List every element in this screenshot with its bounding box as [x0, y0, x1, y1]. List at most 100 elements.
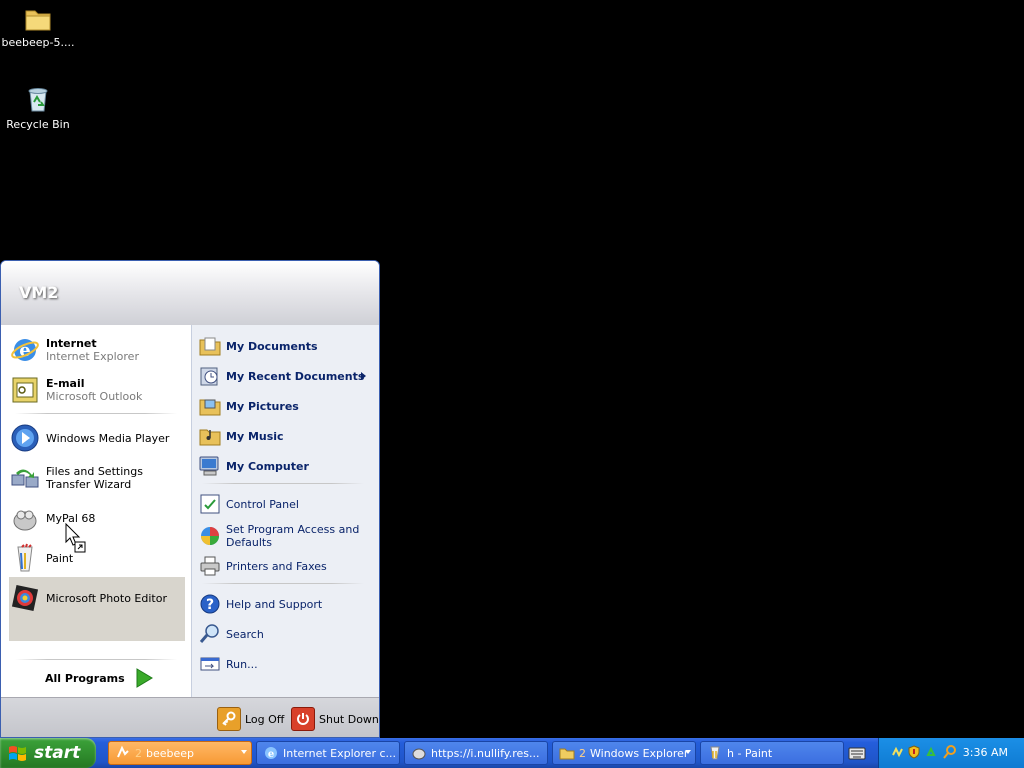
svg-text:e: e — [268, 749, 274, 760]
place-label: My Documents — [226, 339, 318, 353]
pinned-internet[interactable]: e Internet Internet Explorer — [9, 333, 185, 367]
beebeep-icon — [115, 745, 131, 761]
arrow-right-icon — [136, 668, 153, 688]
printer-icon — [198, 554, 222, 578]
place-label: My Pictures — [226, 399, 299, 413]
mypal-icon — [9, 502, 41, 534]
clock[interactable]: 3:36 AM — [963, 746, 1008, 759]
system-set-program-access[interactable]: Set Program Access and Defaults — [198, 521, 374, 551]
log-off-button[interactable]: Log Off — [217, 707, 284, 731]
run-icon — [198, 652, 222, 676]
system-printers-faxes[interactable]: Printers and Faxes — [198, 553, 374, 579]
paint-icon — [707, 745, 723, 761]
help-label: Run... — [226, 657, 258, 671]
keyboard-icon[interactable] — [848, 745, 866, 761]
network-icon[interactable] — [891, 745, 905, 759]
separator — [202, 483, 364, 484]
control-panel-icon — [198, 492, 222, 516]
program-paint[interactable]: Paint — [9, 541, 185, 575]
folder-icon — [559, 745, 575, 761]
place-my-recent-documents[interactable]: My Recent Documents — [198, 363, 374, 389]
program-photo-editor[interactable]: Microsoft Photo Editor — [9, 581, 185, 615]
chevron-down-icon — [241, 750, 247, 754]
program-files-settings-transfer[interactable]: Files and Settings Transfer Wizard — [9, 461, 185, 495]
run[interactable]: Run... — [198, 651, 374, 677]
search[interactable]: Search — [198, 621, 374, 647]
start-label: start — [34, 743, 81, 763]
start-button[interactable]: start — [0, 738, 96, 768]
start-menu-programs: e Internet Internet Explorer E-mail Micros… — [1, 325, 191, 697]
my-music-icon — [198, 424, 222, 448]
help-label: Help and Support — [226, 597, 323, 611]
desktop-icon-label: beebeep-5.... — [1, 36, 75, 49]
pinned-title: Internet — [46, 337, 97, 350]
mypal-icon — [411, 745, 427, 761]
all-programs-button[interactable]: All Programs — [45, 668, 153, 688]
system-control-panel[interactable]: Control Panel — [198, 491, 374, 517]
place-my-music[interactable]: My Music — [198, 423, 374, 449]
recycle-bin-icon — [28, 88, 48, 112]
start-menu-footer: Log Off Shut Down — [1, 697, 379, 737]
log-off-label: Log Off — [245, 712, 285, 726]
photo-editor-icon — [9, 582, 41, 614]
help-icon: ? — [198, 592, 222, 616]
shut-down-label: Shut Down — [319, 712, 379, 726]
taskbar-button-beebeep[interactable]: 2 beebeep — [108, 741, 252, 765]
transfer-wizard-icon — [9, 462, 41, 494]
help-and-support[interactable]: ? Help and Support — [198, 591, 374, 617]
key-icon — [217, 707, 241, 731]
power-icon — [291, 707, 315, 731]
start-menu: VM2 e Internet Internet Explorer E-mail Mi… — [0, 260, 380, 738]
user-name: VM2 — [19, 283, 59, 302]
start-menu-header: VM2 — [1, 261, 379, 326]
separator — [15, 659, 177, 660]
submenu-arrow-icon — [361, 372, 366, 380]
program-mypal[interactable]: MyPal 68 — [9, 501, 185, 535]
folder-icon — [25, 10, 51, 31]
taskbar-button-windows-explorer[interactable]: 2 Windows Explorer — [552, 741, 696, 765]
program-access-icon — [198, 524, 222, 548]
separator — [202, 583, 364, 584]
program-windows-media-player[interactable]: Windows Media Player — [9, 421, 185, 455]
all-programs-label: All Programs — [45, 671, 125, 685]
media-player-icon — [9, 422, 41, 454]
paint-icon — [9, 542, 41, 574]
outlook-icon — [9, 374, 41, 406]
start-menu-places: My Documents My Recent Documents My Pict… — [191, 325, 379, 697]
internet-explorer-icon: e — [263, 745, 279, 761]
place-my-pictures[interactable]: My Pictures — [198, 393, 374, 419]
program-label: Files and Settings Transfer Wizard — [46, 465, 143, 491]
taskbar-button-internet-explorer[interactable]: e Internet Explorer c... — [256, 741, 400, 765]
mouse-cursor-icon — [65, 523, 86, 553]
desktop-icon-recycle-bin[interactable]: Recycle Bin — [0, 84, 76, 131]
search-icon[interactable] — [943, 745, 957, 759]
desktop-icon-beebeep[interactable]: beebeep-5.... — [0, 6, 76, 49]
place-my-computer[interactable]: My Computer — [198, 453, 374, 479]
taskbar-button-paint[interactable]: h - Paint — [700, 741, 844, 765]
taskbar-button-nullify[interactable]: https://i.nullify.res... — [404, 741, 548, 765]
group-count: 2 — [579, 746, 586, 760]
taskbar: start 2 beebeep e Internet Explorer c...… — [0, 738, 1024, 768]
help-label: Search — [226, 627, 264, 641]
pinned-subtitle: Microsoft Outlook — [46, 390, 143, 403]
place-my-documents[interactable]: My Documents — [198, 333, 374, 359]
place-label: My Computer — [226, 459, 309, 473]
pinned-email[interactable]: E-mail Microsoft Outlook — [9, 373, 185, 407]
system-label: Printers and Faxes — [226, 559, 327, 573]
recycle-icon[interactable] — [925, 745, 939, 759]
svg-text:?: ? — [206, 597, 214, 613]
desktop-icon-label: Recycle Bin — [6, 118, 70, 131]
my-pictures-icon — [198, 394, 222, 418]
place-label: My Recent Documents — [226, 369, 365, 383]
security-shield-icon[interactable] — [907, 745, 921, 759]
shut-down-button[interactable]: Shut Down — [291, 707, 379, 731]
pinned-title: E-mail — [46, 377, 85, 390]
taskbar-button-label: h - Paint — [727, 746, 773, 760]
taskbar-button-label: https://i.nullify.res... — [431, 746, 540, 760]
my-documents-icon — [198, 334, 222, 358]
recent-documents-icon — [198, 364, 222, 388]
taskbar-button-label: Windows Explorer — [590, 746, 689, 760]
my-computer-icon — [198, 454, 222, 478]
system-label: Set Program Access and Defaults — [226, 523, 360, 549]
separator — [15, 413, 177, 414]
